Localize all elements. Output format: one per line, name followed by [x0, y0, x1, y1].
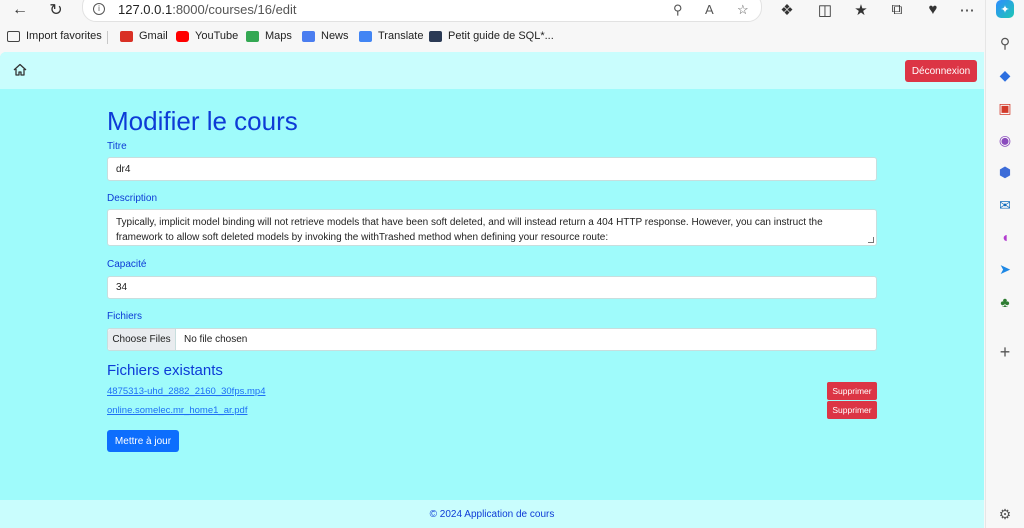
search-icon[interactable]: ⚲: [996, 34, 1014, 52]
translate-icon: [359, 30, 372, 42]
sql-guide-icon: [429, 30, 442, 42]
description-value: Typically, implicit model binding will n…: [116, 217, 823, 243]
bookmarks-bar: Import favorites Gmail YouTube Maps News…: [0, 27, 984, 49]
bookmark-sql-guide[interactable]: Petit guide de SQL*...: [429, 30, 554, 42]
zoom-icon[interactable]: ⚲: [673, 2, 683, 18]
url-path: :8000/courses/16/edit: [172, 2, 297, 17]
bookmark-label: YouTube: [195, 30, 239, 42]
copilot-icon[interactable]: ✦: [996, 0, 1014, 18]
resize-grip-icon[interactable]: [868, 237, 874, 243]
add-icon[interactable]: +: [996, 342, 1014, 362]
bookmark-label: News: [321, 30, 349, 42]
file-input[interactable]: Choose Files No file chosen: [107, 328, 877, 351]
delete-file-button[interactable]: Supprimer: [827, 382, 877, 400]
capacite-label: Capacité: [107, 259, 147, 270]
logout-button[interactable]: Déconnexion: [905, 60, 977, 82]
description-textarea[interactable]: Typically, implicit model binding will n…: [107, 209, 877, 246]
info-icon[interactable]: i: [93, 3, 105, 15]
bookmark-separator: [107, 31, 108, 44]
file-status: No file chosen: [184, 334, 248, 345]
send-icon[interactable]: ➤: [996, 260, 1014, 278]
youtube-icon: [176, 30, 189, 42]
choose-files-button[interactable]: Choose Files: [108, 329, 176, 350]
tree-icon[interactable]: ♣: [996, 293, 1014, 311]
page-footer: © 2024 Application de cours: [0, 500, 984, 528]
page-viewport: Déconnexion Modifier le cours Titre dr4 …: [0, 52, 984, 528]
extensions-icon[interactable]: ❖: [777, 1, 797, 19]
split-screen-icon[interactable]: ◫: [815, 1, 835, 19]
existing-file-link[interactable]: 4875313-uhd_2882_2160_30fps.mp4: [107, 386, 265, 397]
bookmark-label: Translate: [378, 30, 424, 42]
bookmark-translate[interactable]: Translate: [359, 30, 423, 42]
favorites-icon[interactable]: ★: [851, 1, 871, 19]
bookmark-import-favorites[interactable]: Import favorites: [7, 30, 102, 42]
url-host: 127.0.0.1: [118, 2, 173, 17]
browser-toolbar: ← ↻ i 127.0.0.1:8000/courses/16/edit ⚲ A…: [0, 0, 984, 23]
edge-sidebar: ✦ ⚲ ◆ ▣ ◉ ⬢ ✉ ◖ ➤ ♣ + ⚙: [985, 0, 1024, 528]
home-icon[interactable]: [12, 62, 28, 78]
fichiers-label: Fichiers: [107, 311, 143, 322]
settings-gear-icon[interactable]: ⚙: [996, 505, 1014, 523]
maps-icon: [246, 30, 259, 42]
top-navbar: Déconnexion: [0, 52, 984, 89]
capacite-value: 34: [116, 282, 128, 293]
bookmark-maps[interactable]: Maps: [246, 30, 292, 42]
capacite-input[interactable]: 34: [107, 276, 877, 299]
news-icon: [302, 30, 315, 42]
bookmark-label: Import favorites: [26, 30, 102, 42]
titre-label: Titre: [107, 141, 127, 152]
titre-input[interactable]: dr4: [107, 157, 877, 181]
bookmark-label: Maps: [265, 30, 292, 42]
address-bar[interactable]: i 127.0.0.1:8000/courses/16/edit ⚲ A ☆: [82, 0, 762, 22]
update-button[interactable]: Mettre à jour: [107, 430, 179, 452]
favorite-star-icon[interactable]: ☆: [737, 2, 749, 18]
bookmark-gmail[interactable]: Gmail: [120, 30, 168, 42]
existing-file-link[interactable]: online.somelec.mr_home1_ar.pdf: [107, 405, 247, 416]
delete-file-button[interactable]: Supprimer: [827, 401, 877, 419]
outlook-icon[interactable]: ✉: [996, 196, 1014, 214]
designer-icon[interactable]: ◖: [996, 228, 1014, 246]
collections-icon[interactable]: ⧉: [887, 1, 907, 18]
reload-icon[interactable]: ↻: [44, 0, 68, 20]
bookmark-label: Petit guide de SQL*...: [448, 30, 554, 42]
page-title: Modifier le cours: [107, 106, 298, 136]
bookmark-label: Gmail: [139, 30, 168, 42]
bookmark-news[interactable]: News: [302, 30, 349, 42]
read-aloud-icon[interactable]: A: [705, 2, 714, 17]
tools-icon[interactable]: ▣: [996, 99, 1014, 117]
description-label: Description: [107, 193, 158, 204]
shopping-tag-icon[interactable]: ◆: [996, 66, 1014, 84]
m365-icon[interactable]: ⬢: [996, 163, 1014, 181]
titre-value: dr4: [116, 163, 131, 175]
bookmark-youtube[interactable]: YouTube: [176, 30, 238, 42]
existing-files-heading: Fichiers existants: [107, 362, 223, 379]
people-icon[interactable]: ◉: [996, 131, 1014, 149]
import-icon: [7, 30, 20, 42]
browser-essentials-icon[interactable]: ♥: [923, 1, 943, 18]
more-menu-icon[interactable]: ⋯: [957, 1, 977, 19]
url-text: 127.0.0.1:8000/courses/16/edit: [118, 2, 297, 17]
gmail-icon: [120, 30, 133, 42]
back-arrow-icon[interactable]: ←: [8, 0, 32, 20]
